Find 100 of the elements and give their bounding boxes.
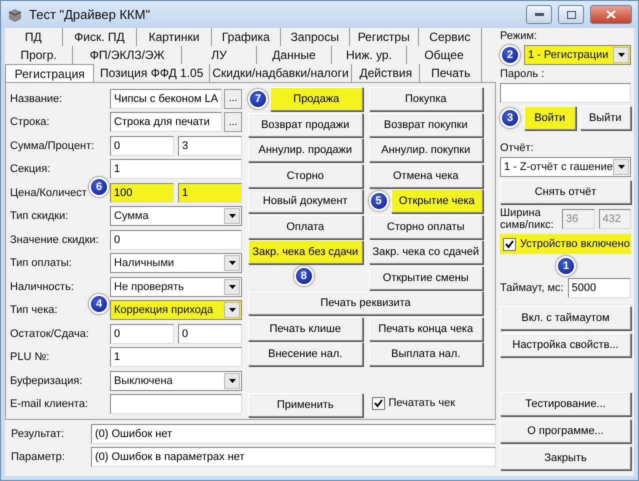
field-label: Строка: <box>10 116 50 128</box>
dropdown[interactable]: 1 - Z-отчёт с гашение <box>500 157 631 177</box>
action-button[interactable]: Тестирование... <box>500 392 631 416</box>
action-button[interactable]: Печать конца чека <box>368 316 483 340</box>
action-button[interactable]: Закрыть <box>500 446 631 470</box>
field-label: Таймаут, мс: <box>500 282 564 294</box>
callout-badge: 4 <box>89 294 109 314</box>
input-field[interactable] <box>110 394 242 414</box>
dropdown[interactable]: 1 - Регистрации <box>524 45 631 65</box>
input-field[interactable]: 100 <box>110 182 174 203</box>
action-button[interactable]: Вкл. с таймаутом <box>500 306 631 330</box>
field-label: Отчёт: <box>500 142 535 154</box>
action-button[interactable]: Печать клише <box>248 316 362 340</box>
field-label: Наличность: <box>10 280 74 293</box>
tab[interactable]: Данные <box>256 46 332 64</box>
tab[interactable]: Запросы <box>280 28 350 46</box>
field-label: Результат: <box>11 428 66 440</box>
action-button[interactable]: Сторно оплаты <box>368 214 483 238</box>
field-label: Буферизация: <box>10 374 82 387</box>
input-field[interactable]: 0 <box>110 230 242 250</box>
browse-button[interactable]: ... <box>224 112 242 132</box>
callout-badge: 7 <box>248 89 268 109</box>
action-button[interactable]: Открытие смены <box>368 266 483 290</box>
action-button[interactable]: Печать реквизита <box>248 291 483 315</box>
tab[interactable]: Графика <box>212 28 281 46</box>
tab[interactable]: Общее <box>406 46 482 64</box>
logout-button[interactable]: Выйти <box>580 106 631 130</box>
action-button[interactable]: Аннулир. покупки <box>368 138 483 162</box>
dropdown[interactable]: Сумма <box>110 206 242 226</box>
action-button[interactable]: Аннулир. продажи <box>248 138 362 162</box>
tab[interactable]: Фиск. ПД <box>62 28 138 46</box>
input-field[interactable]: Чипсы с беконом LA <box>110 88 222 109</box>
callout-badge: 3 <box>500 108 520 128</box>
action-button[interactable]: Применить <box>248 393 362 417</box>
dropdown[interactable]: Наличными <box>110 253 242 274</box>
tab[interactable]: Регистры <box>350 28 419 46</box>
field-label: PLU №: <box>10 351 50 364</box>
output-field: (0) Ошибок в параметрах нет <box>91 446 496 466</box>
action-button[interactable]: Продажа <box>270 87 362 111</box>
input-field[interactable]: 0 <box>110 324 174 344</box>
close-button[interactable] <box>590 5 632 24</box>
input-field[interactable]: 1 <box>178 182 242 203</box>
maximize-button[interactable] <box>558 5 584 24</box>
maximize-icon <box>566 10 576 18</box>
action-button[interactable]: Оплата <box>248 214 362 238</box>
callout-badge: 8 <box>294 266 314 286</box>
action-button[interactable]: Открытие чека <box>390 189 483 213</box>
login-button[interactable]: Войти <box>524 106 576 130</box>
input-field[interactable]: 1 <box>110 159 242 180</box>
report-button[interactable]: Снять отчёт <box>500 180 631 204</box>
field-label: Цена/Количест <box>10 186 87 199</box>
action-button[interactable]: Покупка <box>368 87 483 111</box>
minimize-button[interactable] <box>526 5 552 24</box>
minimize-icon <box>534 13 544 16</box>
action-button[interactable]: Сторно <box>248 164 362 188</box>
window-title: Тест "Драйвер ККМ" <box>29 7 152 22</box>
field-label: Ширина симв/пикс: <box>500 207 555 231</box>
action-button[interactable]: Закр. чека со сдачей <box>368 240 483 264</box>
tab[interactable]: Сервис <box>418 28 482 46</box>
action-button[interactable]: Отмена чека <box>368 164 483 188</box>
input-field[interactable]: Строка для печати <box>110 112 222 132</box>
field-label: Параметр: <box>11 450 66 462</box>
dropdown[interactable]: Не проверять <box>110 276 242 297</box>
dropdown[interactable]: Коррекция прихода <box>110 300 242 320</box>
field-label: Пароль : <box>500 68 546 80</box>
field-label: Значение скидки: <box>10 234 99 246</box>
input-field[interactable]: 0 <box>110 136 174 156</box>
checkbox-label: Устройство включено <box>520 238 630 250</box>
tab[interactable]: Регистрация <box>5 64 94 82</box>
callout-badge: 2 <box>500 45 520 65</box>
action-button[interactable]: О программе... <box>500 419 631 443</box>
field-label: Тип чека: <box>10 304 58 316</box>
action-button[interactable]: Выплата нал. <box>368 342 483 366</box>
input-field[interactable]: 1 <box>110 347 242 368</box>
tab[interactable]: Картинки <box>137 28 212 46</box>
browse-button[interactable]: ... <box>224 88 242 109</box>
action-button[interactable]: Возврат продажи <box>248 112 362 136</box>
field-label: Секция: <box>10 163 50 176</box>
action-button[interactable]: Закр. чека без сдачи <box>248 240 362 264</box>
action-button[interactable]: Настройка свойств... <box>500 333 631 357</box>
input-field[interactable]: 0 <box>178 324 242 344</box>
field-label: Название: <box>10 92 62 105</box>
close-icon <box>606 10 616 19</box>
tab[interactable]: ПД <box>5 28 63 46</box>
output-field: (0) Ошибок нет <box>91 424 496 444</box>
action-button[interactable]: Внесение нал. <box>248 342 362 366</box>
callout-badge: 6 <box>89 176 109 197</box>
input-field[interactable]: 3 <box>178 136 242 156</box>
field-label: Тип скидки: <box>10 210 68 222</box>
field-label: Режим: <box>500 30 538 42</box>
password-field[interactable] <box>500 83 631 103</box>
input-field[interactable]: 5000 <box>568 278 631 298</box>
tab[interactable]: ЛУ <box>182 46 257 64</box>
dropdown[interactable]: Выключена <box>110 370 242 391</box>
action-button[interactable]: Возврат покупки <box>368 112 483 136</box>
callout-badge: 1 <box>556 256 576 276</box>
tab[interactable]: Ниж. ур. <box>332 46 407 64</box>
checkbox[interactable] <box>503 238 516 250</box>
checkbox[interactable] <box>372 396 384 410</box>
action-button[interactable]: Новый документ <box>248 189 362 213</box>
